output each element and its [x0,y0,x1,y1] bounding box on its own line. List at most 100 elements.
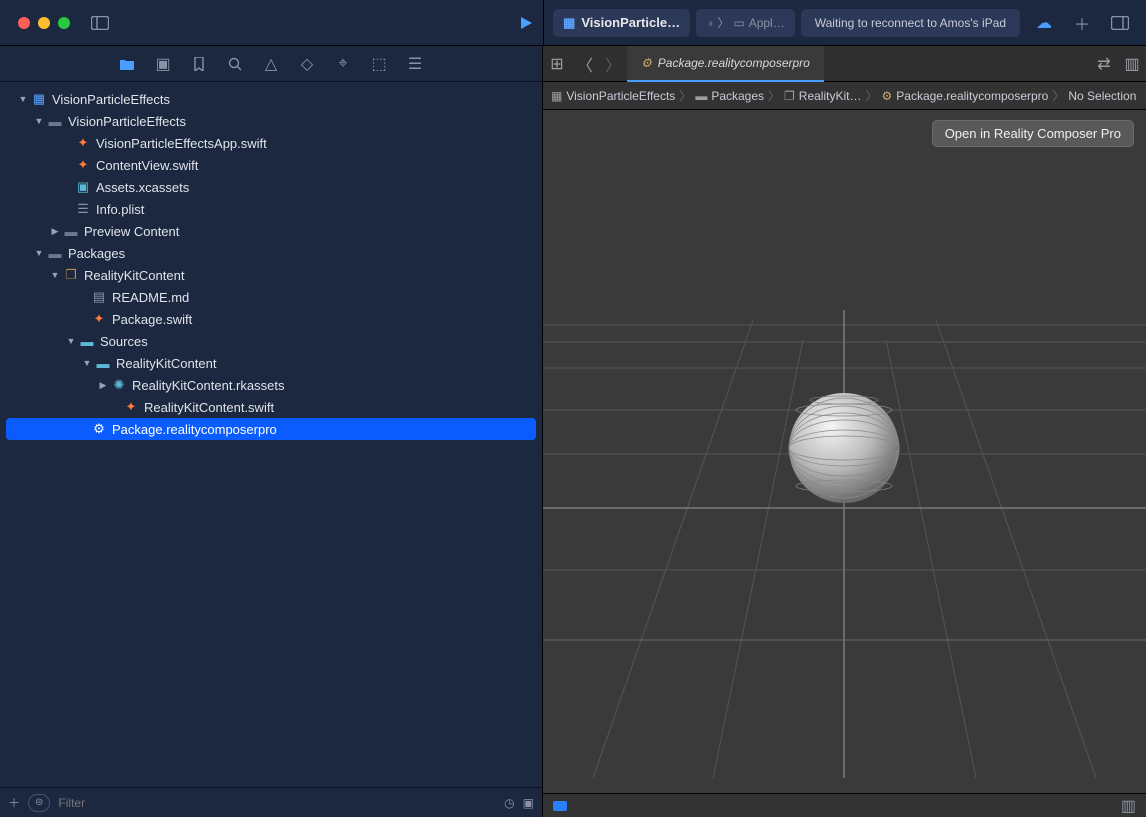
app-icon: ▦ [563,15,575,31]
device-label: Appl… [749,16,785,30]
activity-status: Waiting to reconnect to Amos's iPad [801,9,1020,37]
source-control-navigator-tab[interactable]: ▣ [153,54,173,74]
swift-icon: ✦ [74,135,92,151]
jump-item[interactable]: Packages [711,89,764,103]
tree-group[interactable]: ▶▬Preview Content [0,220,542,242]
folder-icon: ▬ [695,89,707,103]
tree-label: RealityKitContent [84,268,184,283]
tab-bar: ⊞ 〈 〉 ⚙︎ Package.realitycomposerpro ⇄ ▥ [543,46,1146,82]
tree-label: Sources [100,334,148,349]
tree-label: README.md [112,290,189,305]
tree-label: RealityKitContent.swift [144,400,274,415]
run-destination[interactable]: ◑〉 ▭ Appl… [696,9,795,37]
open-reality-composer-button[interactable]: Open in Reality Composer Pro [932,120,1134,147]
window-controls [0,17,84,29]
recent-filter-button[interactable]: ◷ [504,796,514,810]
tree-label: Package.realitycomposerpro [112,422,277,437]
scm-filter-button[interactable]: ▣ [523,796,534,810]
tree-group[interactable]: ▼▬Packages [0,242,542,264]
viewport-3d[interactable]: Open in Reality Composer Pro [543,110,1146,793]
filter-input[interactable] [58,796,496,810]
close-window-button[interactable] [18,17,30,29]
add-files-button[interactable]: ＋ [8,794,20,811]
breakpoint-navigator-tab[interactable]: ⬚ [369,54,389,74]
tree-group[interactable]: ▼▬Sources [0,330,542,352]
tree-file[interactable]: ✦ Package.swift [0,308,542,330]
tree-label: Preview Content [84,224,179,239]
source-folder-icon: ▬ [94,356,112,371]
navigator-sidebar: ▣ △ ◇ ⌖ ⬚ ☰ ▼▦VisionParticleEffects ▼▬Vi… [0,46,543,817]
toggle-sidebar-button[interactable] [84,7,116,39]
find-navigator-tab[interactable] [225,54,245,74]
code-review-button[interactable]: ⇄ [1090,54,1118,74]
tree-file[interactable]: ☰Info.plist [0,198,542,220]
navigator-tabs: ▣ △ ◇ ⌖ ⬚ ☰ [0,46,542,82]
source-folder-icon: ▬ [78,334,96,349]
tree-group[interactable]: ▼▬RealityKitContent [0,352,542,374]
project-navigator-tab[interactable] [117,54,137,74]
tree-label: VisionParticleEffects [52,92,170,107]
tree-label: RealityKitContent [116,356,216,371]
tree-project-root[interactable]: ▼▦VisionParticleEffects [0,88,542,110]
titlebar: ▦ VisionParticle… ◑〉 ▭ Appl… Waiting to … [0,0,1146,46]
swift-icon: ✦ [74,157,92,173]
rcp-icon: ⚙︎ [90,421,108,437]
jump-item[interactable]: VisionParticleEffects [566,89,675,103]
tree-label: Packages [68,246,125,261]
tree-label: Info.plist [96,202,144,217]
tree-file[interactable]: ✦ ContentView.swift [0,154,542,176]
related-items-button[interactable]: ⊞ [543,54,571,74]
toggle-inspectors-button[interactable] [1104,7,1136,39]
tree-file[interactable]: ▤README.md [0,286,542,308]
scheme-selector[interactable]: ▦ VisionParticle… [553,9,690,37]
status-text: Waiting to reconnect to Amos's iPad [815,16,1006,30]
tree-file[interactable]: ▣ Assets.xcassets [0,176,542,198]
tree-label: ContentView.swift [96,158,198,173]
package-icon: ❐ [784,89,795,103]
jump-item[interactable]: RealityKit… [799,89,862,103]
tree-file[interactable]: ▶✺RealityKitContent.rkassets [0,374,542,396]
folder-icon: ▬ [62,224,80,239]
minimize-window-button[interactable] [38,17,50,29]
run-button[interactable] [510,7,542,39]
zoom-window-button[interactable] [58,17,70,29]
swift-icon: ✦ [90,311,108,327]
history-forward-button[interactable]: 〉 [599,52,627,76]
file-tree[interactable]: ▼▦VisionParticleEffects ▼▬VisionParticle… [0,82,542,787]
goggles-icon: ▭ [733,16,744,30]
editor-footer: ▥ [543,793,1146,817]
editor-tab[interactable]: ⚙︎ Package.realitycomposerpro [627,46,824,82]
jump-item[interactable]: Package.realitycomposerpro [896,89,1048,103]
tree-package[interactable]: ▼❐RealityKitContent [0,264,542,286]
report-navigator-tab[interactable]: ☰ [405,54,425,74]
project-icon: ▦ [30,91,48,107]
tree-label: VisionParticleEffects [68,114,186,129]
tree-group[interactable]: ▼▬VisionParticleEffects [0,110,542,132]
tree-label: Assets.xcassets [96,180,189,195]
scheme-label: VisionParticle… [581,15,680,30]
filter-scope-button[interactable]: ⊜ [28,794,50,812]
debug-navigator-tab[interactable]: ⌖ [333,54,353,74]
jump-bar[interactable]: ▦ VisionParticleEffects〉 ▬ Packages〉 ❐ R… [543,82,1146,110]
jump-item[interactable]: No Selection [1068,89,1136,103]
editor-area: ⊞ 〈 〉 ⚙︎ Package.realitycomposerpro ⇄ ▥ … [543,46,1146,817]
rcp-icon: ⚙︎ [641,56,652,70]
tree-file-selected[interactable]: ⚙︎ Package.realitycomposerpro [6,418,536,440]
open-rcp-label: Open in Reality Composer Pro [945,126,1121,141]
adjust-editor-button[interactable]: ▥ [1118,54,1146,74]
issue-navigator-tab[interactable]: △ [261,54,281,74]
cloud-button[interactable]: ☁︎ [1028,7,1060,39]
filter-bar: ＋ ⊜ ◷ ▣ [0,787,542,817]
tree-label: Package.swift [112,312,192,327]
tree-label: RealityKitContent.rkassets [132,378,284,393]
test-navigator-tab[interactable]: ◇ [297,54,317,74]
tree-file[interactable]: ✦RealityKitContent.swift [0,396,542,418]
rcp-icon: ⚙︎ [882,89,893,103]
add-button[interactable]: ＋ [1066,7,1098,39]
assets-icon: ▣ [74,179,92,195]
history-back-button[interactable]: 〈 [571,52,599,76]
tree-file[interactable]: ✦VisionParticleEffectsApp.swift [0,132,542,154]
toggle-debug-area-button[interactable]: ▥ [1121,796,1136,816]
package-icon: ❐ [62,267,80,283]
bookmark-navigator-tab[interactable] [189,54,209,74]
